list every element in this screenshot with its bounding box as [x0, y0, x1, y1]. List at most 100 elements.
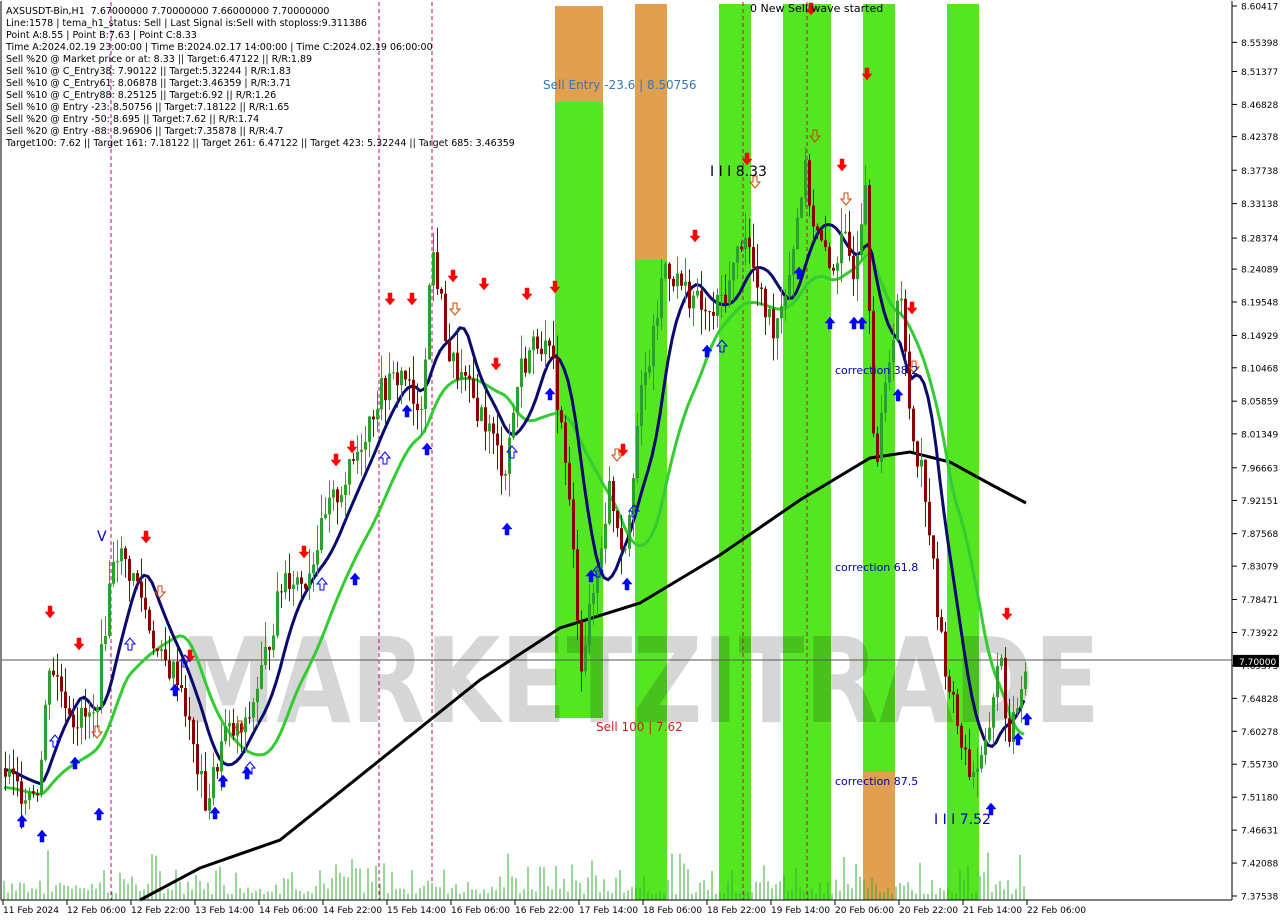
candle-body [380, 378, 383, 410]
candle-body [444, 293, 447, 342]
candle-body [816, 226, 819, 231]
correction-38-label: correction 38.2 [835, 364, 918, 377]
candle-body [452, 352, 455, 362]
y-tick-label: 7.37538 [1241, 893, 1278, 903]
candle-body [804, 160, 807, 198]
candle-body [308, 573, 311, 589]
symbol-header: AXSUSDT-Bin,H1 7.67000000 7.70000000 7.66… [6, 6, 329, 17]
candle-body [764, 288, 767, 318]
candle-body [420, 409, 423, 411]
y-tick-label: 8.05859 [1241, 398, 1278, 408]
y-tick-label: 8.10468 [1241, 364, 1278, 374]
candle-body [692, 295, 695, 309]
candle-body [108, 583, 111, 637]
candle-body [664, 263, 667, 279]
candle-body [644, 372, 647, 386]
candle-body [44, 704, 47, 760]
candle-body [300, 577, 303, 584]
candle-body [196, 744, 199, 775]
candle-body [248, 717, 251, 719]
candle-body [104, 636, 107, 645]
y-tick-label: 7.96663 [1241, 464, 1278, 474]
candle-body [904, 298, 907, 352]
candle-body [900, 298, 903, 301]
candle-body [20, 781, 23, 804]
price-chart[interactable]: MARKETZITRADE Sell Entry -23.6 | 8.50756… [0, 0, 1280, 920]
candle-body [160, 649, 163, 652]
info-line: Sell %10 @ Entry -23: 8.50756 || Target:… [6, 102, 289, 113]
candle-body [940, 617, 943, 632]
candle-body [424, 359, 427, 410]
candle-body [228, 722, 231, 727]
candle-body [388, 373, 391, 401]
x-tick-label: 19 Feb 14:00 [771, 906, 830, 916]
info-line: Target100: 7.62 || Target 161: 7.18122 |… [5, 138, 515, 149]
candle-body [276, 591, 279, 636]
x-tick-label: 11 Feb 2024 [3, 906, 59, 916]
candle-body [572, 499, 575, 550]
y-tick-label: 8.01349 [1241, 430, 1278, 440]
candle-body [568, 462, 571, 500]
candle-body [880, 412, 883, 462]
candle-body [936, 558, 939, 618]
candle-body [960, 725, 963, 748]
candle-body [536, 336, 539, 349]
candle-body [4, 769, 7, 777]
candle-body [908, 351, 911, 409]
current-price-label: 7.70000 [1239, 658, 1276, 668]
candle-body [280, 591, 283, 593]
info-line: Sell %20 @ Market price or at: 8.33 || T… [6, 54, 312, 65]
candle-body [544, 340, 547, 355]
candle-body [376, 409, 379, 420]
candle-body [416, 403, 419, 411]
ohlc-values: 7.67000000 7.70000000 7.66000000 7.70000… [91, 6, 330, 17]
candle-body [156, 648, 159, 652]
correction-61-label: correction 61.8 [835, 561, 918, 574]
candle-body [736, 246, 739, 263]
y-tick-label: 8.24089 [1241, 266, 1278, 276]
candle-body [724, 294, 727, 304]
candle-body [772, 308, 775, 339]
candle-body [8, 768, 11, 777]
candle-body [496, 433, 499, 446]
x-tick-label: 12 Feb 06:00 [67, 906, 126, 916]
candle-body [88, 712, 91, 717]
candle-body [748, 237, 751, 248]
candle-body [732, 262, 735, 281]
candle-body [608, 481, 611, 524]
zone-band [635, 260, 667, 900]
candle-body [412, 379, 415, 404]
candle-body [120, 548, 123, 562]
candle-body [976, 768, 979, 772]
zone-band [635, 4, 667, 260]
info-line: Sell %20 @ Entry -50: 8.695 || Target:7.… [6, 114, 259, 125]
candle-body [192, 719, 195, 745]
candle-body [828, 247, 831, 268]
candle-body [224, 726, 227, 742]
candle-body [820, 230, 823, 241]
candle-body [204, 771, 207, 811]
candle-body [384, 378, 387, 401]
candle-body [348, 459, 351, 485]
candle-body [1000, 657, 1003, 667]
y-tick-label: 8.33138 [1241, 200, 1278, 210]
y-tick-label: 7.51180 [1241, 794, 1278, 804]
candle-body [1008, 718, 1011, 742]
candle-body [552, 345, 555, 358]
candle-body [284, 573, 287, 593]
candle-body [992, 697, 995, 728]
candle-body [332, 489, 335, 498]
candle-body [392, 372, 395, 374]
candle-body [92, 712, 95, 714]
candle-body [668, 263, 671, 279]
candle-body [68, 708, 71, 715]
candle-body [440, 289, 443, 294]
info-line: Line:1578 | tema_h1_status: Sell | Last … [6, 18, 367, 29]
y-tick-label: 7.73922 [1241, 629, 1278, 639]
candle-body [980, 754, 983, 769]
symbol-name: AXSUSDT-Bin,H1 [6, 6, 85, 17]
candle-body [488, 423, 491, 432]
x-tick-label: 14 Feb 06:00 [259, 906, 318, 916]
y-tick-label: 8.28374 [1241, 235, 1278, 245]
x-tick-label: 22 Feb 06:00 [1027, 906, 1086, 916]
